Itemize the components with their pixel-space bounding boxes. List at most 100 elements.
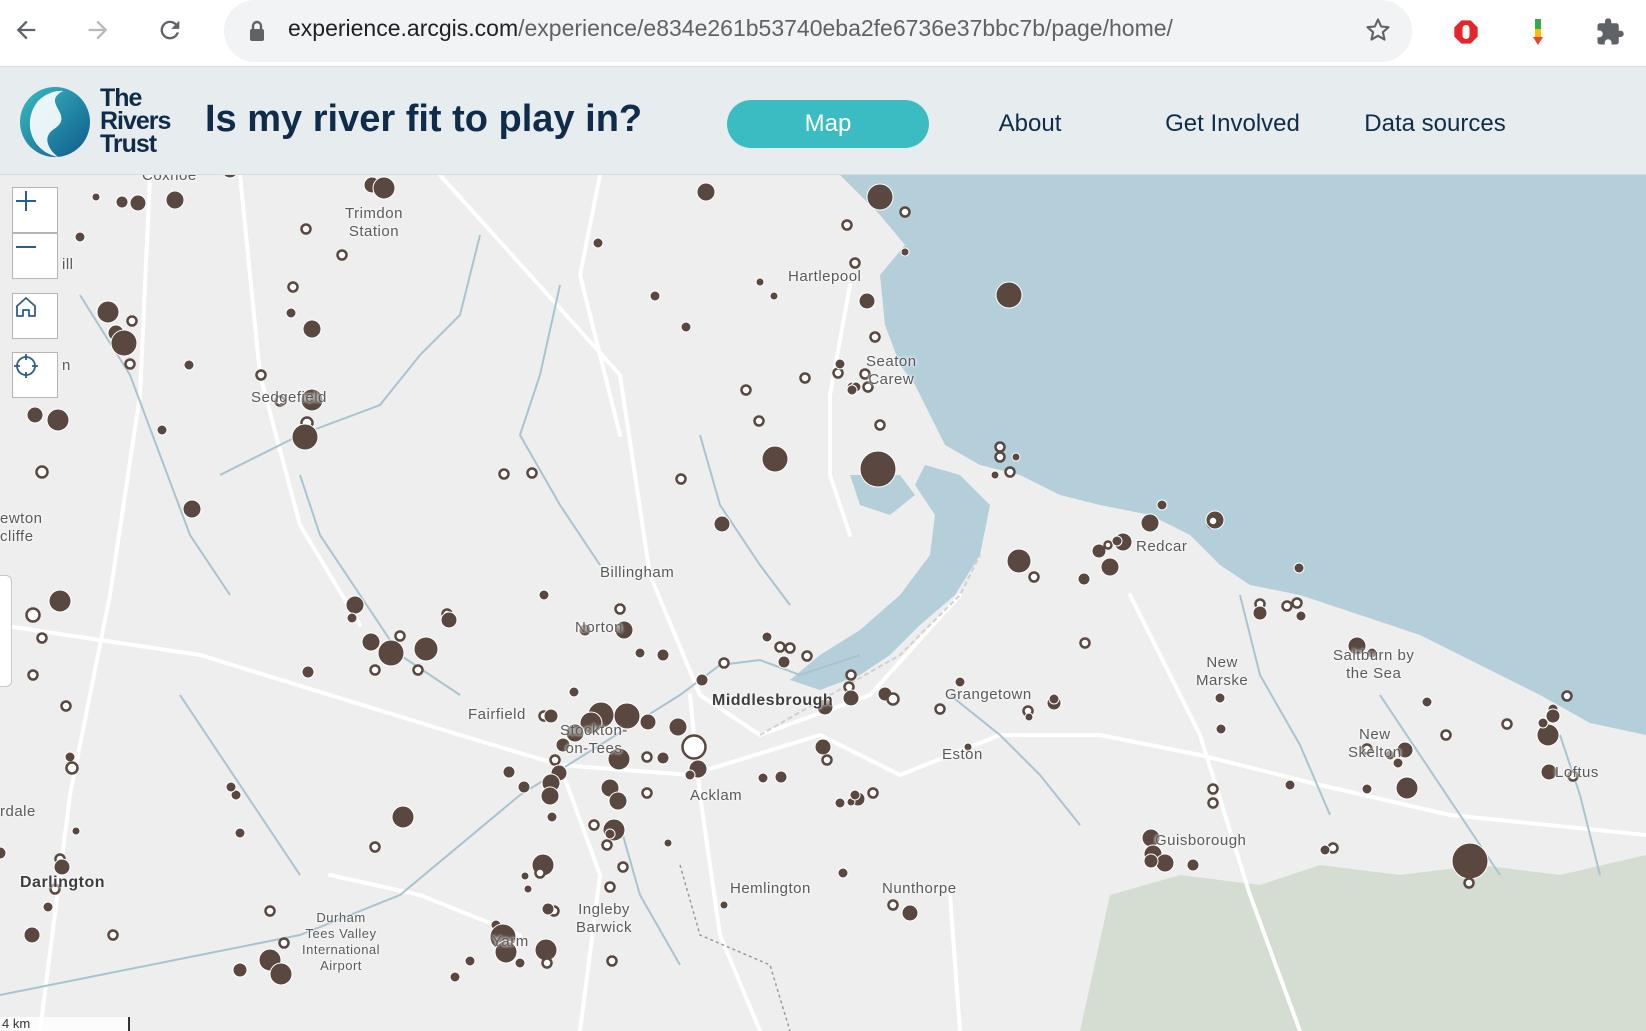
- site-marker[interactable]: [346, 612, 358, 624]
- site-marker[interactable]: [849, 789, 861, 801]
- site-marker[interactable]: [394, 630, 406, 642]
- site-marker[interactable]: [287, 281, 299, 293]
- site-marker[interactable]: [1361, 783, 1373, 795]
- site-marker[interactable]: [345, 595, 365, 615]
- site-marker[interactable]: [874, 419, 886, 431]
- site-marker[interactable]: [124, 358, 136, 370]
- site-marker[interactable]: [858, 292, 876, 310]
- site-marker[interactable]: [498, 468, 510, 480]
- site-marker[interactable]: [845, 669, 857, 681]
- site-marker[interactable]: [302, 319, 322, 339]
- site-marker[interactable]: [866, 183, 894, 211]
- site-marker[interactable]: [608, 791, 628, 811]
- site-marker[interactable]: [1207, 783, 1219, 795]
- site-marker[interactable]: [761, 445, 789, 473]
- site-marker[interactable]: [183, 359, 195, 371]
- site-marker[interactable]: [1143, 853, 1159, 869]
- site-marker[interactable]: [23, 926, 41, 944]
- zoom-out-button[interactable]: [12, 233, 58, 279]
- site-marker[interactable]: [681, 734, 707, 760]
- site-marker[interactable]: [26, 406, 44, 424]
- site-marker[interactable]: [35, 465, 49, 479]
- site-marker[interactable]: [617, 861, 629, 873]
- site-marker[interactable]: [538, 589, 550, 601]
- site-marker[interactable]: [300, 223, 312, 235]
- site-marker[interactable]: [834, 358, 846, 370]
- site-marker[interactable]: [799, 372, 811, 384]
- site-marker[interactable]: [713, 515, 731, 533]
- reload-icon[interactable]: [150, 10, 190, 50]
- site-marker[interactable]: [841, 219, 853, 231]
- site-marker[interactable]: [639, 713, 657, 731]
- site-marker[interactable]: [336, 249, 348, 261]
- site-marker[interactable]: [1079, 637, 1091, 649]
- site-marker[interactable]: [278, 937, 290, 949]
- site-marker[interactable]: [784, 642, 796, 654]
- site-marker[interactable]: [604, 881, 616, 893]
- site-marker[interactable]: [1440, 729, 1452, 741]
- site-marker[interactable]: [777, 655, 791, 669]
- site-marker[interactable]: [36, 632, 48, 644]
- site-marker[interactable]: [1156, 499, 1168, 511]
- site-marker[interactable]: [48, 589, 72, 613]
- site-marker[interactable]: [990, 470, 1000, 480]
- site-marker[interactable]: [675, 473, 687, 485]
- site-marker[interactable]: [391, 805, 415, 829]
- adblock-icon[interactable]: [1446, 12, 1486, 52]
- site-marker[interactable]: [1421, 696, 1433, 708]
- site-marker[interactable]: [1463, 877, 1475, 889]
- site-marker[interactable]: [1024, 712, 1034, 722]
- site-marker[interactable]: [91, 192, 101, 202]
- site-marker[interactable]: [837, 867, 849, 879]
- site-marker[interactable]: [900, 247, 910, 257]
- site-marker[interactable]: [1004, 466, 1016, 478]
- site-marker[interactable]: [774, 770, 788, 784]
- site-marker[interactable]: [668, 717, 688, 737]
- site-marker[interactable]: [165, 190, 185, 210]
- site-marker[interactable]: [53, 858, 71, 876]
- site-marker[interactable]: [64, 751, 76, 763]
- nav-about[interactable]: About: [975, 100, 1085, 148]
- site-marker[interactable]: [696, 182, 716, 202]
- site-marker[interactable]: [1155, 853, 1175, 873]
- site-marker[interactable]: [774, 641, 786, 653]
- site-marker[interactable]: [867, 787, 879, 799]
- site-marker[interactable]: [369, 664, 381, 676]
- site-marker[interactable]: [740, 384, 752, 396]
- site-marker[interactable]: [156, 424, 168, 436]
- site-marker[interactable]: [377, 639, 405, 667]
- site-marker[interactable]: [412, 664, 424, 676]
- site-marker[interactable]: [592, 237, 604, 249]
- site-marker[interactable]: [517, 780, 531, 794]
- nav-get-involved[interactable]: Get Involved: [1150, 100, 1315, 148]
- site-marker[interactable]: [588, 819, 600, 831]
- site-marker[interactable]: [413, 636, 439, 662]
- site-marker[interactable]: [1252, 605, 1268, 621]
- site-marker[interactable]: [849, 257, 861, 269]
- site-marker[interactable]: [74, 231, 86, 243]
- site-marker[interactable]: [369, 841, 381, 853]
- site-marker[interactable]: [656, 648, 670, 662]
- site-marker[interactable]: [1207, 797, 1219, 809]
- site-marker[interactable]: [71, 826, 81, 836]
- site-marker[interactable]: [649, 290, 661, 302]
- site-marker[interactable]: [769, 291, 779, 301]
- site-marker[interactable]: [757, 772, 769, 784]
- site-marker[interactable]: [225, 781, 237, 793]
- map-canvas[interactable]: [0, 175, 1646, 1031]
- site-marker[interactable]: [684, 769, 696, 781]
- site-marker[interactable]: [859, 450, 897, 488]
- forward-arrow-icon[interactable]: [78, 10, 118, 50]
- site-marker[interactable]: [520, 871, 530, 881]
- locate-button[interactable]: [12, 352, 58, 398]
- site-marker[interactable]: [718, 657, 730, 669]
- nav-map[interactable]: Map: [727, 100, 929, 148]
- site-marker[interactable]: [25, 607, 41, 623]
- site-marker[interactable]: [801, 650, 813, 662]
- site-marker[interactable]: [1048, 693, 1060, 705]
- site-marker[interactable]: [834, 797, 846, 809]
- rivers-trust-logo[interactable]: [18, 85, 92, 159]
- site-marker[interactable]: [1028, 571, 1040, 583]
- back-arrow-icon[interactable]: [6, 10, 46, 50]
- site-marker[interactable]: [614, 603, 626, 615]
